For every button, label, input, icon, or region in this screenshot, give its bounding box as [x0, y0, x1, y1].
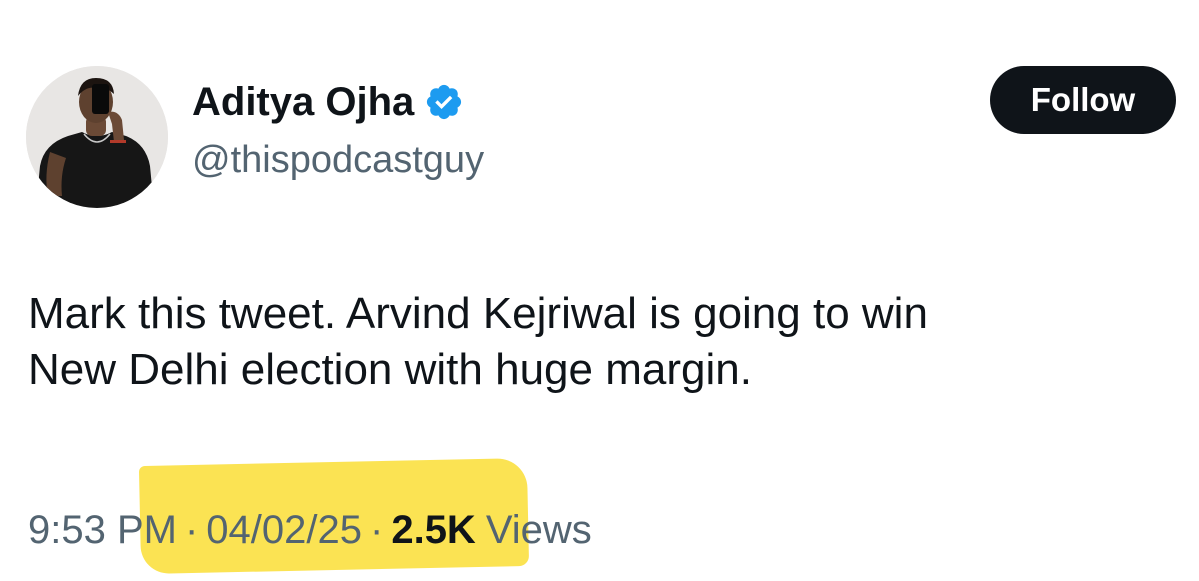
author-name-row: Aditya Ojha: [192, 76, 464, 128]
views-label: Views: [485, 507, 592, 552]
tweet-date[interactable]: 04/02/25: [206, 508, 362, 553]
tweet-text-line: New Delhi election with huge margin.: [28, 345, 752, 394]
meta-separator: ·: [184, 507, 199, 552]
tweet-time[interactable]: 9:53 PM: [28, 508, 177, 553]
meta-separator: ·: [370, 507, 384, 552]
follow-button[interactable]: Follow: [990, 66, 1176, 134]
tweet-text-line: Mark this tweet. Arvind Kejriwal is goin…: [28, 289, 928, 338]
avatar-photo: [26, 66, 168, 208]
views-count: 2.5K: [391, 507, 476, 552]
tweet-meta: 9:53 PM · 04/02/25 · 2.5K Views: [28, 503, 592, 557]
avatar[interactable]: [26, 66, 168, 208]
tweet-card: Aditya Ojha @thispodcastguy Follow Mark …: [0, 0, 1199, 581]
tweet-text: Mark this tweet. Arvind Kejriwal is goin…: [28, 286, 1178, 398]
author-handle[interactable]: @thispodcastguy: [192, 136, 484, 184]
verified-badge-icon: [424, 82, 464, 122]
author-display-name[interactable]: Aditya Ojha: [192, 76, 414, 128]
